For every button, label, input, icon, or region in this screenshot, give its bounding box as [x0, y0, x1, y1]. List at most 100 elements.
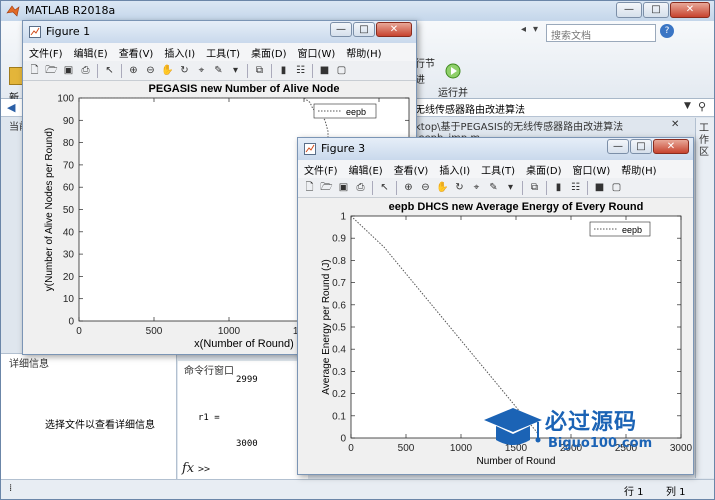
brush-icon[interactable]: ✎ — [211, 63, 226, 78]
watermark-en: Biguo100.com — [548, 436, 653, 451]
new-figure-icon[interactable]: 🗋 — [302, 180, 317, 195]
rotate-3d-icon[interactable]: ↻ — [177, 63, 192, 78]
print-icon[interactable]: ⎙ — [353, 180, 368, 195]
y-tick-label: 70 — [63, 160, 75, 171]
y-tick-label: 80 — [63, 138, 75, 149]
pan-hand-icon[interactable]: ✋ — [435, 180, 450, 195]
menu-file[interactable]: 文件(F) — [304, 162, 338, 177]
menu-insert[interactable]: 插入(I) — [439, 162, 470, 177]
maximize-button[interactable]: □ — [353, 22, 375, 37]
figure-3-titlebar: Figure 3 — □ ✕ — [298, 138, 693, 160]
cmd-output-line: r1 = — [198, 413, 220, 423]
close-button[interactable]: ✕ — [376, 22, 412, 37]
menu-insert[interactable]: 插入(I) — [164, 45, 195, 60]
menu-window[interactable]: 窗口(W) — [298, 45, 336, 60]
zoom-out-icon[interactable]: ⊖ — [143, 63, 158, 78]
run-section-label[interactable]: 行节 — [415, 55, 435, 70]
y-tick-label: 1 — [340, 212, 346, 223]
ribbon-nav-arrow-icon[interactable]: ◂ — [521, 24, 531, 40]
y-tick-label: 30 — [63, 250, 75, 261]
close-button[interactable]: ✕ — [670, 2, 710, 18]
menu-view[interactable]: 查看(V) — [394, 162, 429, 177]
menu-help[interactable]: 帮助(H) — [346, 45, 381, 60]
editor-file-tab[interactable]: ktop\基于PEGASIS的无线传感器路由改进算法\eepb_imp.m — [415, 118, 665, 144]
minimize-button[interactable]: — — [607, 139, 629, 154]
menu-tools[interactable]: 工具(T) — [481, 162, 515, 177]
zoom-in-icon[interactable]: ⊕ — [126, 63, 141, 78]
link-plot-icon[interactable]: ⧉ — [252, 63, 267, 78]
path-dropdown-icon[interactable]: ▼ — [684, 101, 691, 111]
figure-1-toolbar: 🗋 🗁 ▣ ⎙ ↖ ⊕ ⊖ ✋ ↻ ⌖ ✎ ▾ ⧉ ▮ ☷ ■ ▢ — [23, 61, 416, 81]
menu-help[interactable]: 帮助(H) — [621, 162, 656, 177]
command-prompt[interactable]: >> — [198, 464, 210, 475]
menu-edit[interactable]: 编辑(E) — [74, 45, 108, 60]
colorbar-icon[interactable]: ▮ — [276, 63, 291, 78]
save-icon[interactable]: ▣ — [61, 63, 76, 78]
brush-icon[interactable]: ✎ — [486, 180, 501, 195]
y-tick-label: 0.4 — [332, 345, 346, 356]
watermark-cn: 必过源码 — [545, 410, 638, 435]
fx-icon[interactable]: fx — [182, 461, 194, 476]
zoom-in-icon[interactable]: ⊕ — [401, 180, 416, 195]
path-search-icon[interactable]: ⚲ — [698, 100, 706, 113]
rotate-3d-icon[interactable]: ↻ — [452, 180, 467, 195]
maximize-button[interactable]: □ — [630, 139, 652, 154]
legend-label: eepb — [622, 225, 642, 235]
menu-desktop[interactable]: 桌面(D) — [251, 45, 287, 60]
brush-dropdown-icon[interactable]: ▾ — [503, 180, 518, 195]
status-grip-icon: ⁞ — [9, 483, 13, 494]
open-file-icon[interactable]: 🗁 — [319, 180, 334, 195]
menu-window[interactable]: 窗口(W) — [573, 162, 611, 177]
menu-edit[interactable]: 编辑(E) — [349, 162, 383, 177]
colorbar-icon[interactable]: ▮ — [551, 180, 566, 195]
minimize-button[interactable]: — — [616, 2, 642, 18]
legend-icon[interactable]: ☷ — [568, 180, 583, 195]
y-tick-label: 10 — [63, 294, 75, 305]
editor-tab-close-icon[interactable]: ✕ — [671, 119, 679, 130]
workspace-panel — [695, 118, 714, 478]
link-plot-icon[interactable]: ⧉ — [527, 180, 542, 195]
ribbon-dropdown-icon[interactable]: ▾ — [533, 24, 543, 40]
help-icon[interactable]: ? — [660, 24, 674, 38]
show-plot-tools-icon[interactable]: ▢ — [334, 63, 349, 78]
show-plot-tools-icon[interactable]: ▢ — [609, 180, 624, 195]
save-icon[interactable]: ▣ — [336, 180, 351, 195]
data-cursor-icon[interactable]: ⌖ — [194, 63, 209, 78]
open-file-icon[interactable]: 🗁 — [44, 63, 59, 78]
data-cursor-icon[interactable]: ⌖ — [469, 180, 484, 195]
x-tick-label: 1000 — [450, 443, 473, 454]
legend-icon[interactable]: ☷ — [293, 63, 308, 78]
y-tick-label: 20 — [63, 272, 75, 283]
back-arrow-icon[interactable]: ◀ — [7, 101, 15, 114]
menu-file[interactable]: 文件(F) — [29, 45, 63, 60]
zoom-out-icon[interactable]: ⊖ — [418, 180, 433, 195]
new-figure-icon[interactable]: 🗋 — [27, 63, 42, 78]
workspace-label[interactable]: 工作区 — [699, 123, 711, 159]
y-tick-label: 0.5 — [332, 323, 346, 334]
hide-plot-tools-icon[interactable]: ■ — [592, 180, 607, 195]
new-icon[interactable] — [9, 67, 23, 85]
legend-box — [313, 103, 377, 119]
menu-desktop[interactable]: 桌面(D) — [526, 162, 562, 177]
menu-view[interactable]: 查看(V) — [119, 45, 154, 60]
cmd-output-line: 3000 — [236, 439, 258, 449]
run-and-time-icon[interactable] — [445, 63, 461, 79]
x-tick-label: 3000 — [670, 443, 693, 454]
select-arrow-icon[interactable]: ↖ — [377, 180, 392, 195]
status-col: 列 1 — [666, 487, 686, 498]
command-window[interactable]: 命令行窗口 2999 r1 = 3000 fx >> — [178, 361, 308, 479]
brush-dropdown-icon[interactable]: ▾ — [228, 63, 243, 78]
y-tick-label: 90 — [63, 116, 75, 127]
figure-3-menubar: 文件(F) 编辑(E) 查看(V) 插入(I) 工具(T) 桌面(D) 窗口(W… — [298, 160, 693, 178]
menu-tools[interactable]: 工具(T) — [206, 45, 240, 60]
close-button[interactable]: ✕ — [653, 139, 689, 154]
minimize-button[interactable]: — — [330, 22, 352, 37]
print-icon[interactable]: ⎙ — [78, 63, 93, 78]
current-folder-path[interactable]: 无线传感器路由改进算法 — [415, 101, 525, 116]
search-input[interactable]: 搜索文档 — [546, 24, 656, 42]
hide-plot-tools-icon[interactable]: ■ — [317, 63, 332, 78]
select-arrow-icon[interactable]: ↖ — [102, 63, 117, 78]
matlab-logo-icon — [6, 5, 20, 17]
pan-hand-icon[interactable]: ✋ — [160, 63, 175, 78]
maximize-button[interactable]: □ — [643, 2, 669, 18]
